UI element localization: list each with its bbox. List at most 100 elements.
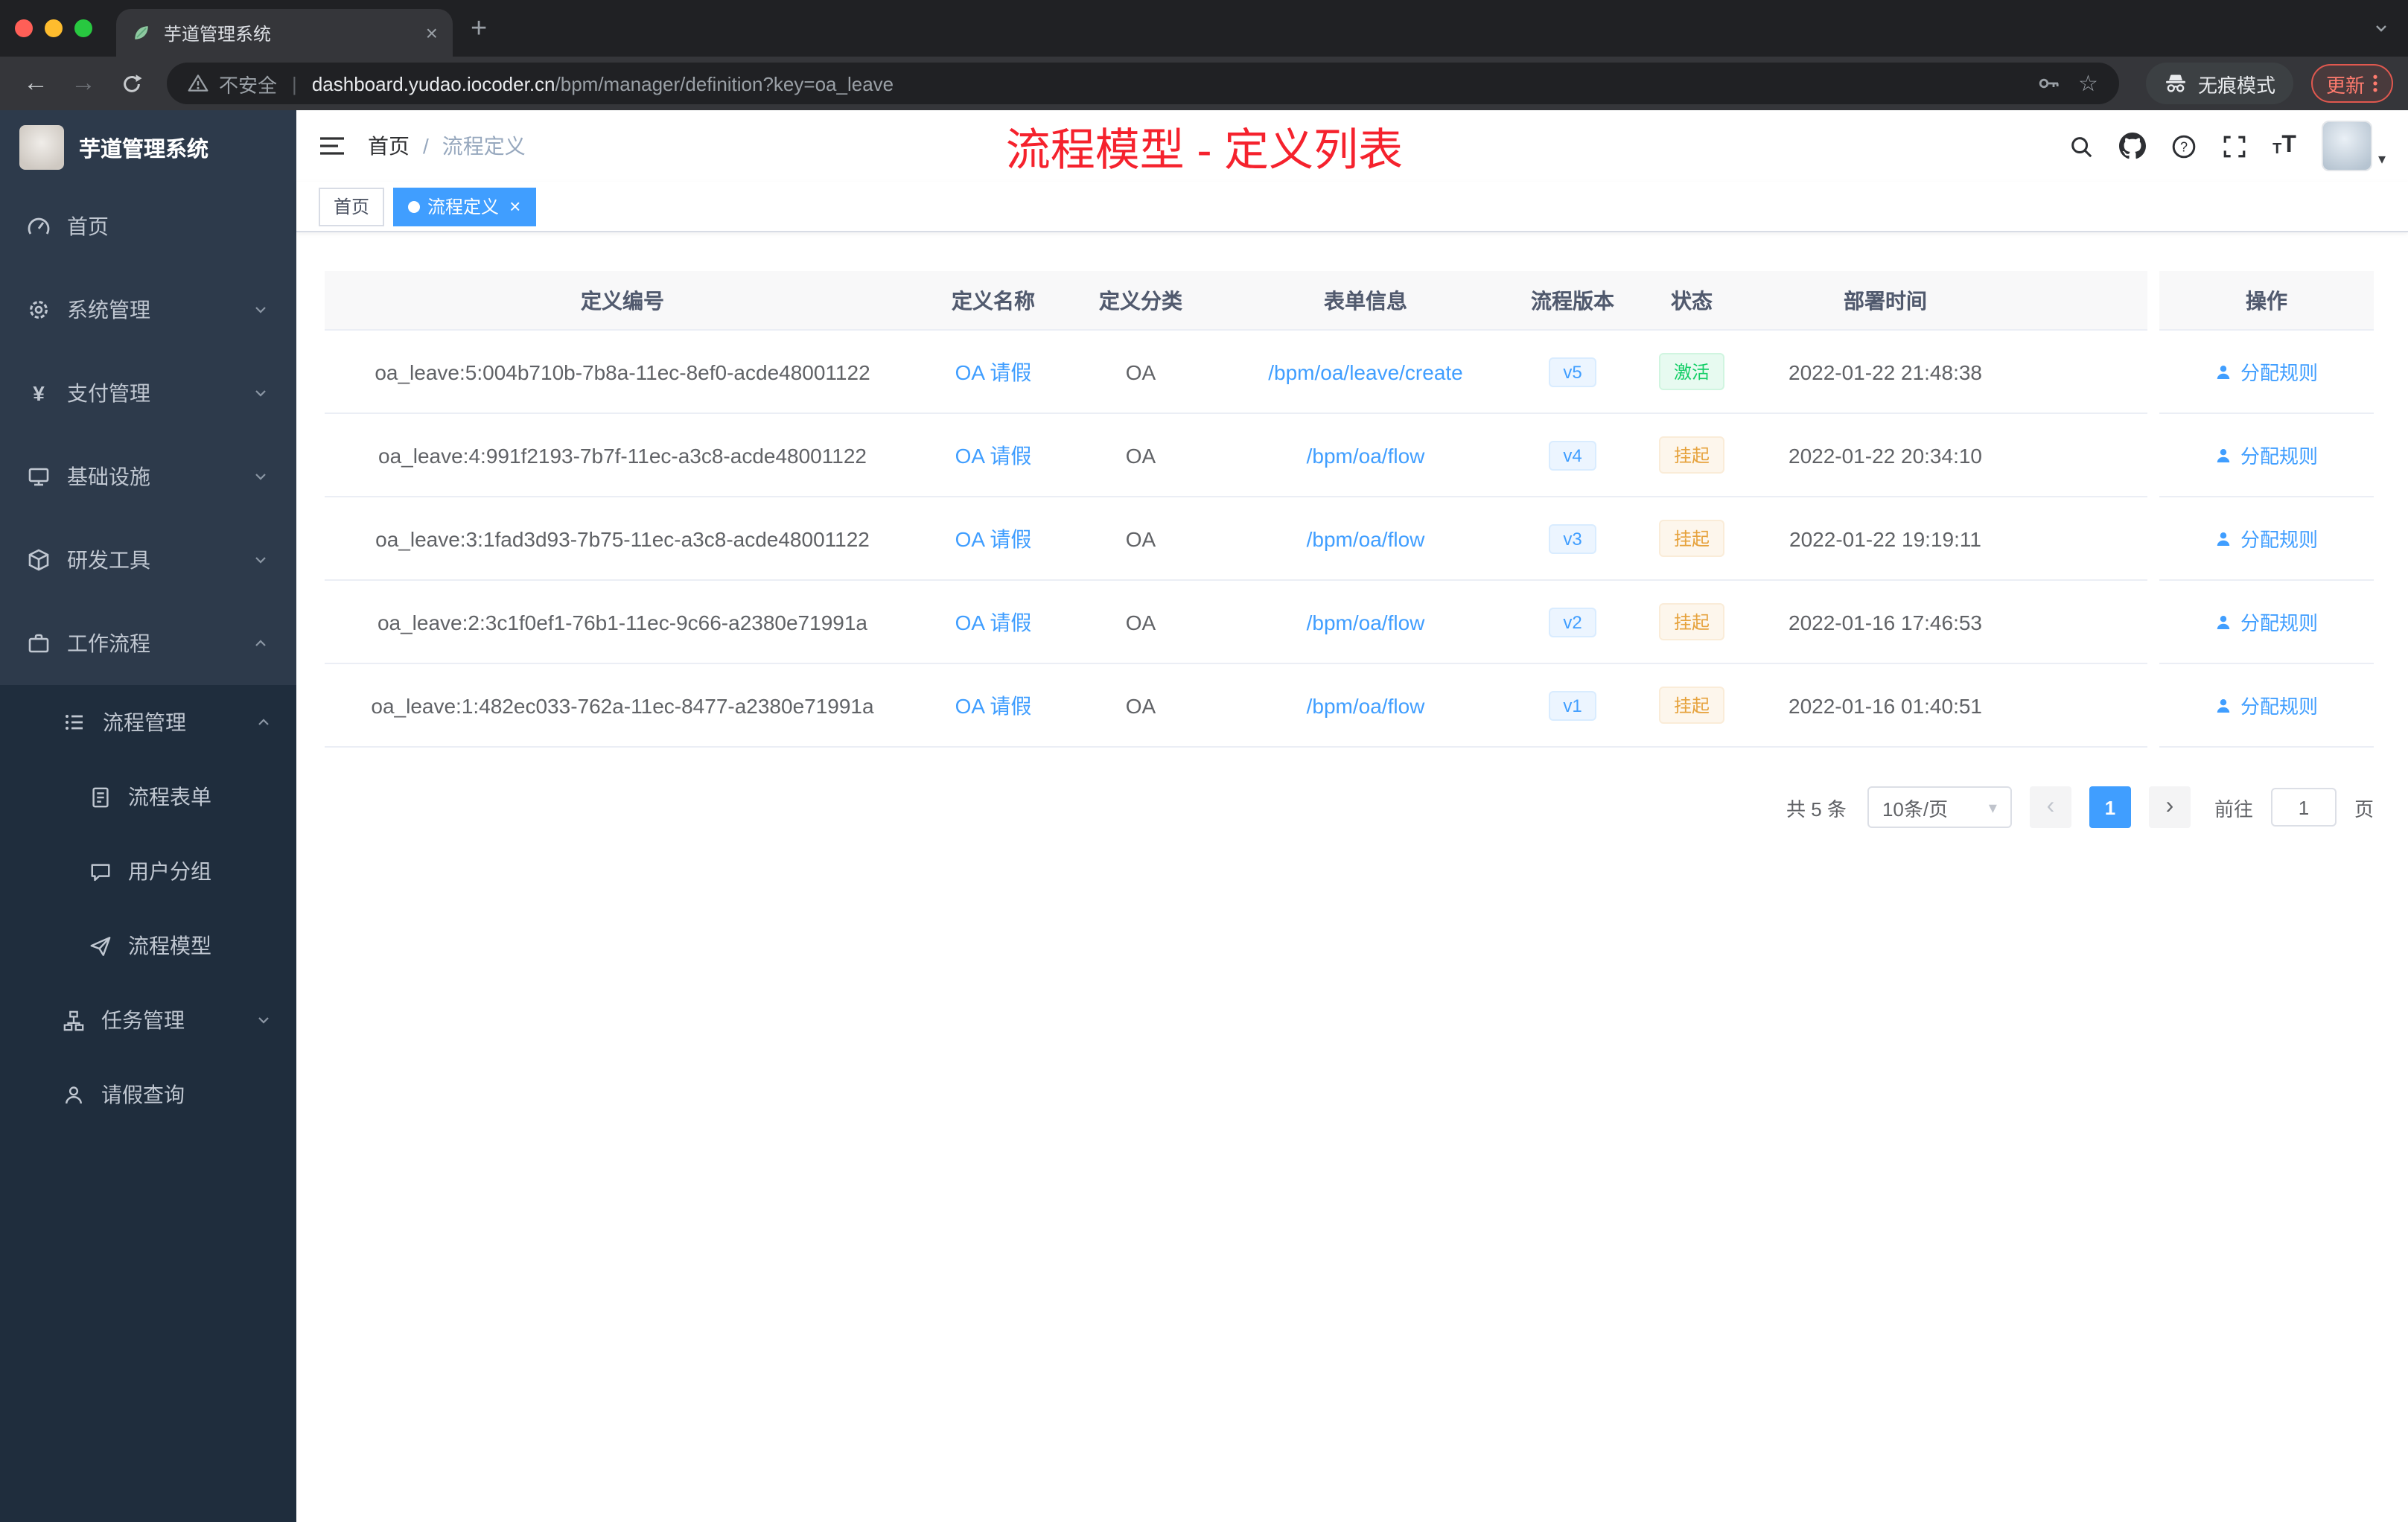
workflow-submenu: 流程管理 流程表单 用户分组 流程模型 任务管理 请假查询 — [0, 685, 296, 1522]
cell-status: 激活 — [1629, 331, 1754, 414]
definition-name-link[interactable]: OA 请假 — [955, 357, 1032, 386]
sidebar-item-workflow[interactable]: 工作流程 — [0, 602, 296, 685]
sidebar-item-payment[interactable]: ¥ 支付管理 — [0, 351, 296, 435]
font-size-icon[interactable]: TT — [2272, 133, 2296, 158]
next-page-button[interactable]: › — [2148, 786, 2191, 828]
close-window-button[interactable] — [15, 19, 33, 37]
column-gap — [2147, 271, 2159, 331]
incognito-icon — [2165, 74, 2185, 92]
definition-name-link[interactable]: OA 请假 — [955, 523, 1032, 553]
search-icon[interactable] — [2068, 133, 2094, 159]
tag-close-icon[interactable]: × — [509, 195, 520, 217]
version-tag[interactable]: v2 — [1548, 607, 1597, 637]
tab-close-icon[interactable]: × — [426, 21, 438, 45]
cell-process-version: v5 — [1516, 331, 1629, 414]
cell-filler — [2016, 664, 2147, 748]
sidebar-item-process-model[interactable]: 流程模型 — [0, 908, 296, 983]
main-panel: 首页 / 流程定义 流程模型 - 定义列表 ? T T ▾ 首页 流程定义 × … — [296, 110, 2408, 1522]
sidebar-logo[interactable]: 芋道管理系统 — [0, 110, 296, 185]
form-info-link[interactable]: /bpm/oa/flow — [1307, 526, 1425, 550]
assign-rule-button[interactable]: 分配规则 — [2215, 441, 2318, 469]
sidebar-item-label: 用户分组 — [128, 859, 211, 883]
goto-page-input[interactable] — [2270, 788, 2337, 827]
user-avatar-menu[interactable]: ▾ — [2321, 121, 2386, 171]
content-area: 定义编号 定义名称 定义分类 表单信息 流程版本 状态 部署时间 操作 oa_l… — [296, 232, 2408, 1522]
new-tab-button[interactable]: + — [471, 13, 487, 46]
status-badge: 挂起 — [1658, 687, 1724, 724]
sidebar-item-user-group[interactable]: 用户分组 — [0, 834, 296, 908]
pagination-total: 共 5 条 — [1786, 797, 1847, 820]
sidebar-item-label: 研发工具 — [67, 548, 150, 572]
form-info-link[interactable]: /bpm/oa/flow — [1307, 610, 1425, 634]
chevron-down-icon — [252, 384, 270, 402]
security-label[interactable]: 不安全 — [219, 69, 277, 98]
minimize-window-button[interactable] — [45, 19, 63, 37]
prev-page-button[interactable]: ‹ — [2029, 786, 2071, 828]
sidebar-item-task-management[interactable]: 任务管理 — [0, 983, 296, 1057]
forward-button[interactable]: → — [63, 63, 104, 104]
column-header-filler — [2016, 271, 2147, 331]
version-tag[interactable]: v5 — [1548, 357, 1597, 386]
sidebar-item-label: 工作流程 — [67, 631, 150, 655]
page-size-select[interactable]: 10条/页 ▾ — [1867, 786, 2012, 828]
address-bar[interactable]: 不安全 | dashboard.yudao.iocoder.cn/bpm/man… — [167, 63, 2119, 104]
cell-filler — [2016, 497, 2147, 581]
reload-button[interactable] — [110, 63, 152, 104]
tag-home[interactable]: 首页 — [319, 187, 385, 226]
assign-rule-button[interactable]: 分配规则 — [2215, 357, 2318, 386]
cell-definition-category: OA — [1066, 497, 1215, 581]
page-number-button[interactable]: 1 — [2089, 786, 2131, 828]
font-size-small-t: T — [2272, 141, 2282, 158]
definition-name-link[interactable]: OA 请假 — [955, 440, 1032, 470]
sidebar-item-system[interactable]: 系统管理 — [0, 268, 296, 351]
hamburger-icon[interactable] — [319, 134, 345, 158]
back-button[interactable]: ← — [15, 63, 57, 104]
maximize-window-button[interactable] — [74, 19, 92, 37]
definition-name-link[interactable]: OA 请假 — [955, 607, 1032, 637]
column-header-definition-id: 定义编号 — [325, 271, 920, 331]
active-tag-dot — [408, 200, 421, 212]
tag-label: 首页 — [334, 197, 370, 217]
cell-form-info: /bpm/oa/flow — [1215, 497, 1516, 581]
update-label: 更新 — [2325, 74, 2365, 96]
version-tag[interactable]: v3 — [1548, 523, 1597, 553]
tab-overview-chevron-icon[interactable] — [2372, 19, 2390, 37]
bookmark-star-icon[interactable]: ☆ — [2078, 70, 2098, 97]
definition-name-link[interactable]: OA 请假 — [955, 690, 1032, 720]
column-gap — [2147, 581, 2159, 664]
cell-actions: 分配规则 — [2159, 581, 2374, 664]
url-host: dashboard.yudao.iocoder.cn — [311, 72, 555, 95]
sidebar-item-label: 支付管理 — [67, 381, 150, 405]
version-tag[interactable]: v1 — [1548, 690, 1597, 720]
sidebar-item-devtools[interactable]: 研发工具 — [0, 518, 296, 602]
form-info-link[interactable]: /bpm/oa/flow — [1307, 443, 1425, 467]
tag-label: 流程定义 — [427, 197, 500, 217]
help-icon[interactable]: ? — [2171, 133, 2197, 159]
sidebar-item-process-form[interactable]: 流程表单 — [0, 760, 296, 834]
form-info-link[interactable]: /bpm/oa/leave/create — [1268, 360, 1463, 383]
github-icon[interactable] — [2119, 133, 2147, 159]
form-info-link[interactable]: /bpm/oa/flow — [1307, 693, 1425, 717]
assign-rule-button[interactable]: 分配规则 — [2215, 608, 2318, 636]
sidebar-item-home[interactable]: 首页 — [0, 185, 296, 268]
breadcrumb-home[interactable]: 首页 — [368, 131, 410, 161]
browser-menu-dots-icon[interactable] — [2372, 73, 2378, 94]
fullscreen-icon[interactable] — [2222, 133, 2247, 159]
browser-tab[interactable]: 芋道管理系统 × — [116, 9, 453, 57]
cell-definition-id: oa_leave:4:991f2193-7b7f-11ec-a3c8-acde4… — [325, 414, 920, 497]
browser-update-button[interactable]: 更新 — [2310, 64, 2393, 103]
tab-title: 芋道管理系统 — [164, 23, 272, 44]
assign-rule-label: 分配规则 — [2240, 362, 2318, 384]
sidebar-item-process-management[interactable]: 流程管理 — [0, 685, 296, 760]
page-size-value: 10条/页 — [1882, 797, 1949, 820]
person-icon — [2217, 615, 2231, 628]
version-tag[interactable]: v4 — [1548, 440, 1597, 470]
assign-rule-button[interactable]: 分配规则 — [2215, 691, 2318, 719]
password-key-icon[interactable] — [2036, 71, 2060, 95]
sidebar-item-infrastructure[interactable]: 基础设施 — [0, 435, 296, 518]
assign-rule-button[interactable]: 分配规则 — [2215, 524, 2318, 553]
tag-process-definition[interactable]: 流程定义 × — [393, 187, 536, 226]
sidebar-item-leave-query[interactable]: 请假查询 — [0, 1057, 296, 1132]
column-header-actions: 操作 — [2159, 271, 2374, 331]
cell-status: 挂起 — [1629, 414, 1754, 497]
